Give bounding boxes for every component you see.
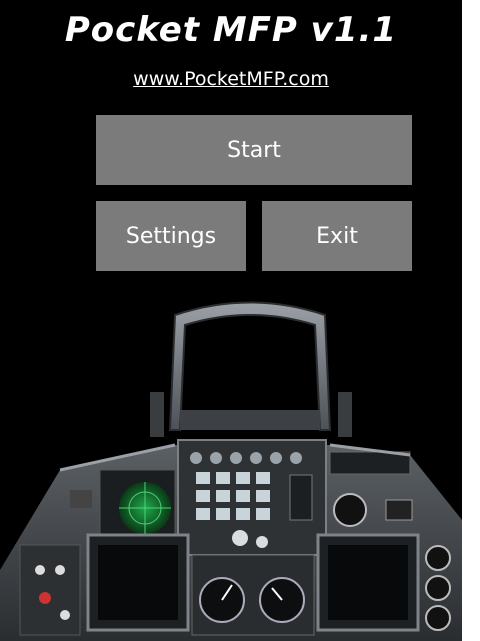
left-pillar [150, 392, 164, 437]
left-mfd [86, 533, 190, 632]
right-mfd [316, 533, 420, 632]
center-gauges [191, 554, 315, 636]
start-button[interactable]: Start [96, 115, 412, 185]
app-title: Pocket MFP v1.1 [64, 10, 398, 50]
app-screen: Pocket MFP v1.1 www.PocketMFP.com Start … [0, 0, 462, 641]
settings-button[interactable]: Settings [96, 201, 246, 271]
radar-scope [99, 469, 176, 541]
exit-button[interactable]: Exit [262, 201, 412, 271]
hud-frame [168, 301, 332, 431]
website-link[interactable]: www.PocketMFP.com [0, 68, 462, 90]
upfront-control-panel [177, 439, 327, 556]
cockpit-illustration [0, 301, 462, 641]
right-pillar [338, 392, 352, 437]
